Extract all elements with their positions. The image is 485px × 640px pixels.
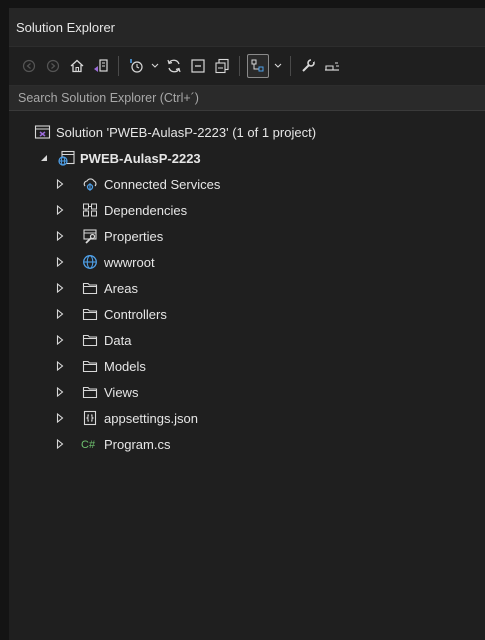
- folder-icon: [81, 384, 99, 400]
- collapsed-chevron-icon[interactable]: [53, 359, 67, 373]
- collapsed-chevron-icon[interactable]: [53, 411, 67, 425]
- back-icon[interactable]: [19, 55, 39, 77]
- chevron-down-icon[interactable]: [273, 55, 283, 77]
- tree-item-label: Areas: [104, 280, 138, 296]
- folder-icon: [81, 280, 99, 296]
- solution-node[interactable]: Solution 'PWEB-AulasP-2223' (1 of 1 proj…: [9, 119, 485, 145]
- toolbar-separator: [290, 56, 291, 76]
- collapse-all-icon[interactable]: [188, 55, 208, 77]
- tree-item-program-cs[interactable]: C# Program.cs: [9, 431, 485, 457]
- tree-item-label: Models: [104, 358, 146, 374]
- solution-icon: [33, 124, 51, 140]
- expanded-chevron-icon[interactable]: [37, 151, 51, 165]
- toolbar-separator: [239, 56, 240, 76]
- tree-item-connected-services[interactable]: Connected Services: [9, 171, 485, 197]
- tree-item-label: Views: [104, 384, 139, 400]
- switch-views-icon[interactable]: [91, 55, 111, 77]
- collapsed-chevron-icon[interactable]: [53, 333, 67, 347]
- collapsed-chevron-icon[interactable]: [53, 177, 67, 191]
- window-left-edge: [0, 0, 9, 640]
- tree-item-label: Program.cs: [104, 436, 171, 452]
- collapsed-chevron-icon[interactable]: [53, 203, 67, 217]
- home-icon[interactable]: [67, 55, 87, 77]
- show-all-files-icon[interactable]: [212, 55, 232, 77]
- globe-icon: [81, 254, 99, 270]
- tree-item-appsettings[interactable]: appsettings.json: [9, 405, 485, 431]
- collapsed-chevron-icon[interactable]: [53, 385, 67, 399]
- tree-item-label: Controllers: [104, 306, 167, 322]
- track-active-item-icon[interactable]: [247, 54, 269, 78]
- forward-icon[interactable]: [43, 55, 63, 77]
- tree-item-models[interactable]: Models: [9, 353, 485, 379]
- properties-icon: [81, 228, 99, 244]
- folder-icon: [81, 306, 99, 322]
- tree-item-label: Dependencies: [104, 202, 188, 218]
- json-file-icon: [81, 410, 99, 426]
- web-project-icon: [57, 150, 75, 166]
- toolbar-separator: [118, 56, 119, 76]
- solution-label: Solution 'PWEB-AulasP-2223' (1 of 1 proj…: [56, 124, 317, 140]
- tree-item-label: appsettings.json: [104, 410, 198, 426]
- tree-item-views[interactable]: Views: [9, 379, 485, 405]
- solution-tree: Solution 'PWEB-AulasP-2223' (1 of 1 proj…: [9, 111, 485, 457]
- search-input[interactable]: Search Solution Explorer (Ctrl+´): [9, 86, 485, 111]
- collapsed-chevron-icon[interactable]: [53, 437, 67, 451]
- tree-item-label: Data: [104, 332, 132, 348]
- svg-text:C#: C#: [81, 439, 96, 451]
- tree-item-label: Connected Services: [104, 176, 221, 192]
- csharp-file-icon: C#: [81, 436, 99, 452]
- tree-item-areas[interactable]: Areas: [9, 275, 485, 301]
- pending-changes-filter-icon[interactable]: [126, 55, 146, 77]
- connected-services-icon: [81, 176, 99, 192]
- tree-item-wwwroot[interactable]: wwwroot: [9, 249, 485, 275]
- preview-selected-items-icon[interactable]: [322, 55, 342, 77]
- tree-item-label: wwwroot: [104, 254, 155, 270]
- tree-item-controllers[interactable]: Controllers: [9, 301, 485, 327]
- chevron-down-icon[interactable]: [150, 55, 160, 77]
- folder-icon: [81, 332, 99, 348]
- solution-explorer-panel: Solution Explorer Search Solution Explor…: [9, 8, 485, 640]
- panel-title: Solution Explorer: [16, 19, 115, 35]
- collapsed-chevron-icon[interactable]: [53, 229, 67, 243]
- window-top-edge: [0, 0, 485, 8]
- collapsed-chevron-icon[interactable]: [53, 307, 67, 321]
- tree-item-properties[interactable]: Properties: [9, 223, 485, 249]
- tree-item-data[interactable]: Data: [9, 327, 485, 353]
- wrench-icon[interactable]: [298, 55, 318, 77]
- dependencies-icon: [81, 202, 99, 218]
- sync-icon[interactable]: [164, 55, 184, 77]
- tree-item-dependencies[interactable]: Dependencies: [9, 197, 485, 223]
- toolbar: [9, 47, 485, 86]
- project-label: PWEB-AulasP-2223: [80, 150, 201, 166]
- project-node[interactable]: PWEB-AulasP-2223: [9, 145, 485, 171]
- tree-item-label: Properties: [104, 228, 164, 244]
- search-placeholder: Search Solution Explorer (Ctrl+´): [18, 91, 199, 105]
- folder-icon: [81, 358, 99, 374]
- collapsed-chevron-icon[interactable]: [53, 255, 67, 269]
- panel-titlebar: Solution Explorer: [9, 8, 485, 47]
- collapsed-chevron-icon[interactable]: [53, 281, 67, 295]
